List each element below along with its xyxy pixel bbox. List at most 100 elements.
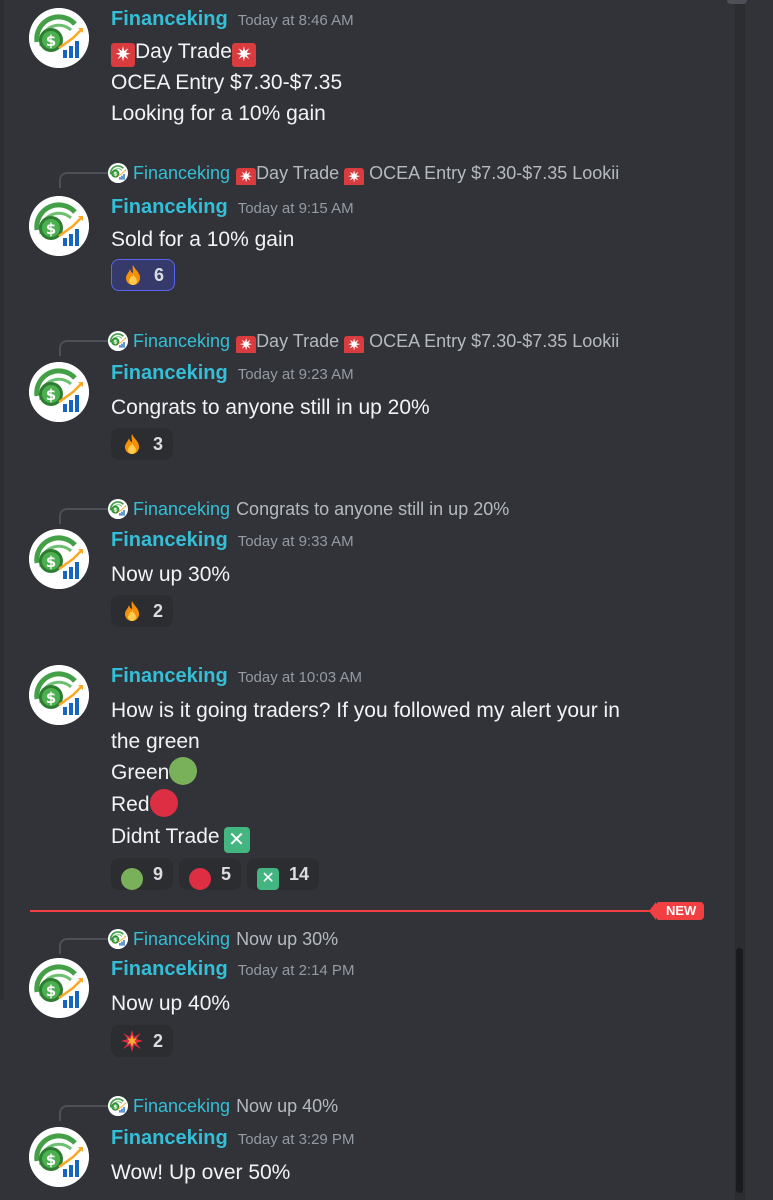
- message-header: Financeking Today at 3:29 PM: [111, 1127, 354, 1153]
- reactions: 9 5 ✕ 14: [111, 858, 325, 892]
- reply-preview[interactable]: $ Financeking ✷ Day Trade ✷ OCEA Entry $7.…: [108, 329, 656, 353]
- timestamp: Today at 9:33 AM: [237, 533, 354, 550]
- reaction-x-mark[interactable]: ✕ 14: [247, 858, 320, 890]
- timestamp: Today at 3:29 PM: [237, 1131, 355, 1148]
- svg-text:$: $: [46, 220, 56, 238]
- message-line: How is it going traders? If you followed…: [111, 699, 620, 722]
- reaction-collision[interactable]: 2: [111, 1025, 174, 1057]
- financeking-logo-icon: $: [29, 196, 89, 256]
- reply-author: Financeking: [133, 163, 231, 183]
- avatar[interactable]: $: [29, 529, 89, 589]
- reply-spine: [59, 340, 109, 356]
- avatar[interactable]: $: [29, 362, 89, 422]
- svg-text:$: $: [46, 386, 56, 404]
- reactions: 6: [111, 259, 181, 293]
- message-line: Now up 40%: [111, 992, 231, 1015]
- author-name[interactable]: Financeking: [111, 1127, 228, 1149]
- left-edge: [0, 0, 4, 1000]
- timestamp: Today at 9:23 AM: [237, 366, 354, 383]
- reply-preview[interactable]: $ Financeking Now up 30%: [108, 927, 656, 951]
- reaction-red-circle[interactable]: 5: [179, 858, 242, 890]
- reply-avatar: $: [108, 1096, 128, 1116]
- avatar[interactable]: $: [29, 665, 89, 725]
- message-header: Financeking Today at 9:15 AM: [111, 196, 354, 222]
- message-line: Red: [111, 789, 178, 820]
- financeking-logo-icon: $: [29, 529, 89, 589]
- message-line: Congrats to anyone still in up 20%: [111, 396, 430, 419]
- svg-text:$: $: [114, 508, 118, 514]
- avatar[interactable]: $: [29, 196, 89, 256]
- author-name[interactable]: Financeking: [111, 665, 228, 687]
- message-line: Didnt Trade ✕: [111, 821, 250, 853]
- author-name[interactable]: Financeking: [111, 362, 228, 384]
- timestamp: Today at 2:14 PM: [237, 962, 355, 979]
- reactions: 2: [111, 595, 179, 629]
- fire-icon: [121, 433, 143, 455]
- message-header: Financeking Today at 9:23 AM: [111, 362, 354, 388]
- scrollbar-thumb[interactable]: [736, 948, 743, 1193]
- financeking-logo-icon: $: [29, 665, 89, 725]
- green-circle-icon: [169, 757, 198, 785]
- message-list: $ Financeking Today at 8:46 AM ✷ Day Trade…: [0, 0, 773, 1200]
- siren-icon: ✷: [344, 336, 365, 353]
- message-line: Wow! Up over 50%: [111, 1161, 291, 1184]
- reaction-fire[interactable]: 6: [111, 259, 176, 291]
- financeking-logo-icon: $: [108, 331, 128, 351]
- reactions: 3: [111, 428, 179, 462]
- author-name[interactable]: Financeking: [111, 196, 228, 218]
- red-circle-icon: [189, 863, 212, 890]
- message-line: Looking for a 10% gain: [111, 102, 326, 125]
- financeking-logo-icon: $: [29, 958, 89, 1018]
- reply-author: Financeking: [133, 1096, 231, 1116]
- reactions: 2: [111, 1025, 179, 1059]
- message-line: OCEA Entry $7.30-$7.35: [111, 71, 343, 94]
- message-line: Sold for a 10% gain: [111, 228, 295, 251]
- fire-icon: [121, 600, 143, 622]
- reply-spine: [59, 938, 109, 954]
- message-line: ✷ Day Trade ✷: [111, 36, 256, 67]
- reply-avatar: $: [108, 163, 128, 183]
- financeking-logo-icon: $: [108, 1096, 128, 1116]
- reply-author: Financeking: [133, 929, 231, 949]
- message-header: Financeking Today at 9:33 AM: [111, 529, 354, 555]
- reply-preview[interactable]: $ Financeking Now up 40%: [108, 1094, 656, 1118]
- reaction-fire[interactable]: 2: [111, 595, 174, 627]
- reply-spine: [59, 508, 109, 524]
- financeking-logo-icon: $: [108, 163, 128, 183]
- svg-text:$: $: [114, 172, 118, 178]
- reply-avatar: $: [108, 499, 128, 519]
- message-line: the green: [111, 730, 200, 753]
- siren-icon: ✷: [231, 43, 256, 67]
- author-name[interactable]: Financeking: [111, 958, 228, 980]
- author-name[interactable]: Financeking: [111, 529, 228, 551]
- reaction-fire[interactable]: 3: [111, 428, 174, 460]
- svg-text:$: $: [46, 982, 56, 1000]
- avatar[interactable]: $: [29, 8, 89, 68]
- fire-icon: [122, 264, 144, 286]
- avatar[interactable]: $: [29, 1127, 89, 1187]
- svg-text:$: $: [114, 340, 118, 346]
- collision-icon: [121, 1030, 143, 1052]
- siren-icon: ✷: [111, 43, 135, 67]
- reply-author: Financeking: [133, 331, 231, 351]
- message-header: Financeking Today at 2:14 PM: [111, 958, 354, 984]
- message-header: Financeking Today at 8:46 AM: [111, 8, 354, 34]
- reply-avatar: $: [108, 331, 128, 351]
- avatar[interactable]: $: [29, 958, 89, 1018]
- reply-spine: [59, 172, 109, 188]
- reply-author: Financeking: [133, 499, 231, 519]
- jump-to-top-stub: [727, 0, 747, 4]
- message-header: Financeking Today at 10:03 AM: [111, 665, 362, 691]
- siren-icon: ✷: [236, 168, 257, 185]
- reply-spine: [59, 1105, 109, 1121]
- reply-avatar: $: [108, 929, 128, 949]
- reaction-green-circle[interactable]: 9: [111, 858, 174, 890]
- red-circle-icon: [149, 789, 178, 817]
- reply-preview[interactable]: $ Financeking ✷ Day Trade ✷ OCEA Entry $7.…: [108, 161, 656, 185]
- green-circle-icon: [121, 863, 143, 890]
- x-mark-icon: ✕: [223, 827, 250, 853]
- timestamp: Today at 9:15 AM: [237, 200, 354, 217]
- reply-preview[interactable]: $ Financeking Congrats to anyone still in…: [108, 497, 656, 521]
- financeking-logo-icon: $: [29, 362, 89, 422]
- author-name[interactable]: Financeking: [111, 8, 228, 30]
